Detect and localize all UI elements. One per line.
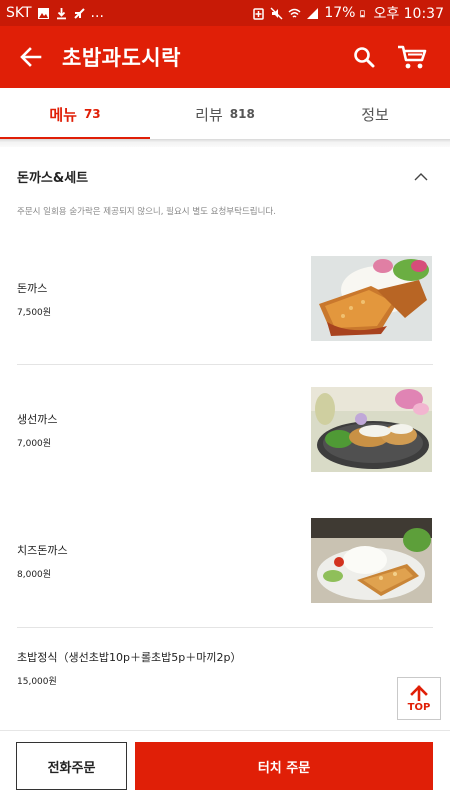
- search-icon: [354, 47, 375, 68]
- menu-item-name: 생선까스: [17, 413, 58, 426]
- section-note: 주문시 일회용 숟가락은 제공되지 않으니, 필요시 별도 요청부탁드립니다.: [17, 207, 276, 217]
- menu-item-cheese-donkatsu[interactable]: 치즈돈까스 8,000원: [17, 518, 433, 604]
- back-arrow-icon: [20, 47, 42, 67]
- carrier-label: SKT: [6, 5, 32, 21]
- tab-reviews-label: 리뷰: [195, 105, 223, 124]
- menu-item-price: 7,000원: [17, 439, 52, 449]
- mute-icon: [270, 7, 283, 19]
- tab-menu-label: 메뉴: [49, 105, 77, 124]
- menu-item-price: 15,000원: [17, 677, 57, 687]
- tab-reviews[interactable]: 리뷰 818: [150, 88, 300, 140]
- scroll-top-button[interactable]: TOP: [397, 677, 441, 720]
- menu-item-photo: [311, 387, 432, 472]
- bottom-order-bar: 전화주문 터치 주문: [0, 730, 450, 800]
- collapse-button[interactable]: [409, 164, 433, 188]
- tab-info[interactable]: 정보: [300, 88, 450, 140]
- battery-icon: [360, 9, 366, 17]
- touch-order-button[interactable]: 터치 주문: [135, 742, 433, 790]
- tab-bar: 메뉴 73 리뷰 818 정보: [0, 88, 450, 140]
- scroll-top-label: TOP: [407, 701, 431, 713]
- menu-item-donkatsu[interactable]: 돈까스 7,500원: [17, 256, 433, 342]
- search-button[interactable]: [340, 26, 388, 88]
- arrow-up-icon: [410, 684, 428, 701]
- menu-item-fish-cutlet[interactable]: 생선까스 7,000원: [17, 387, 433, 473]
- section-header[interactable]: 돈까스&세트: [0, 158, 450, 194]
- menu-item-price: 8,000원: [17, 570, 52, 580]
- item-divider: [17, 627, 433, 628]
- gallery-notification-icon: [37, 7, 49, 19]
- wifi-icon: [288, 8, 301, 18]
- tab-divider: [0, 139, 450, 147]
- tab-reviews-count: 818: [229, 107, 255, 121]
- page-title: 초밥과도시락: [62, 46, 181, 70]
- menu-item-name: 돈까스: [17, 282, 48, 295]
- cart-button[interactable]: [388, 26, 436, 88]
- battery-percent: 17%: [324, 5, 356, 21]
- cart-icon: [398, 45, 427, 69]
- menu-item-photo: [311, 518, 432, 603]
- more-notifications: ...: [90, 5, 104, 21]
- download-notification-icon: [56, 7, 66, 19]
- menu-item-name: 치즈돈까스: [17, 544, 68, 557]
- back-button[interactable]: [0, 26, 62, 88]
- clock: 오후 10:37: [373, 6, 444, 22]
- section-title: 돈까스&세트: [17, 170, 89, 186]
- status-bar: SKT ... 17% 오후 10:37: [0, 0, 450, 26]
- menu-item-name: 초밥정식（생선초밥10p＋롤초밥5p＋마끼2p）: [17, 651, 242, 664]
- signal-icon: [307, 7, 319, 19]
- chevron-up-icon: [414, 172, 428, 180]
- item-divider: [17, 364, 433, 365]
- app-header: 초밥과도시락: [0, 26, 450, 88]
- tab-info-label: 정보: [361, 105, 389, 124]
- phone-order-button[interactable]: 전화주문: [16, 742, 127, 790]
- tab-menu-count: 73: [83, 107, 101, 121]
- delivery-app-notification-icon: [73, 7, 85, 19]
- menu-item-price: 7,500원: [17, 308, 52, 318]
- menu-item-sushi-set[interactable]: 초밥정식（생선초밥10p＋롤초밥5p＋마끼2p） 15,000원: [17, 648, 433, 688]
- tab-menu[interactable]: 메뉴 73: [0, 88, 150, 140]
- menu-item-photo: [311, 256, 432, 341]
- battery-saver-icon: [253, 7, 265, 20]
